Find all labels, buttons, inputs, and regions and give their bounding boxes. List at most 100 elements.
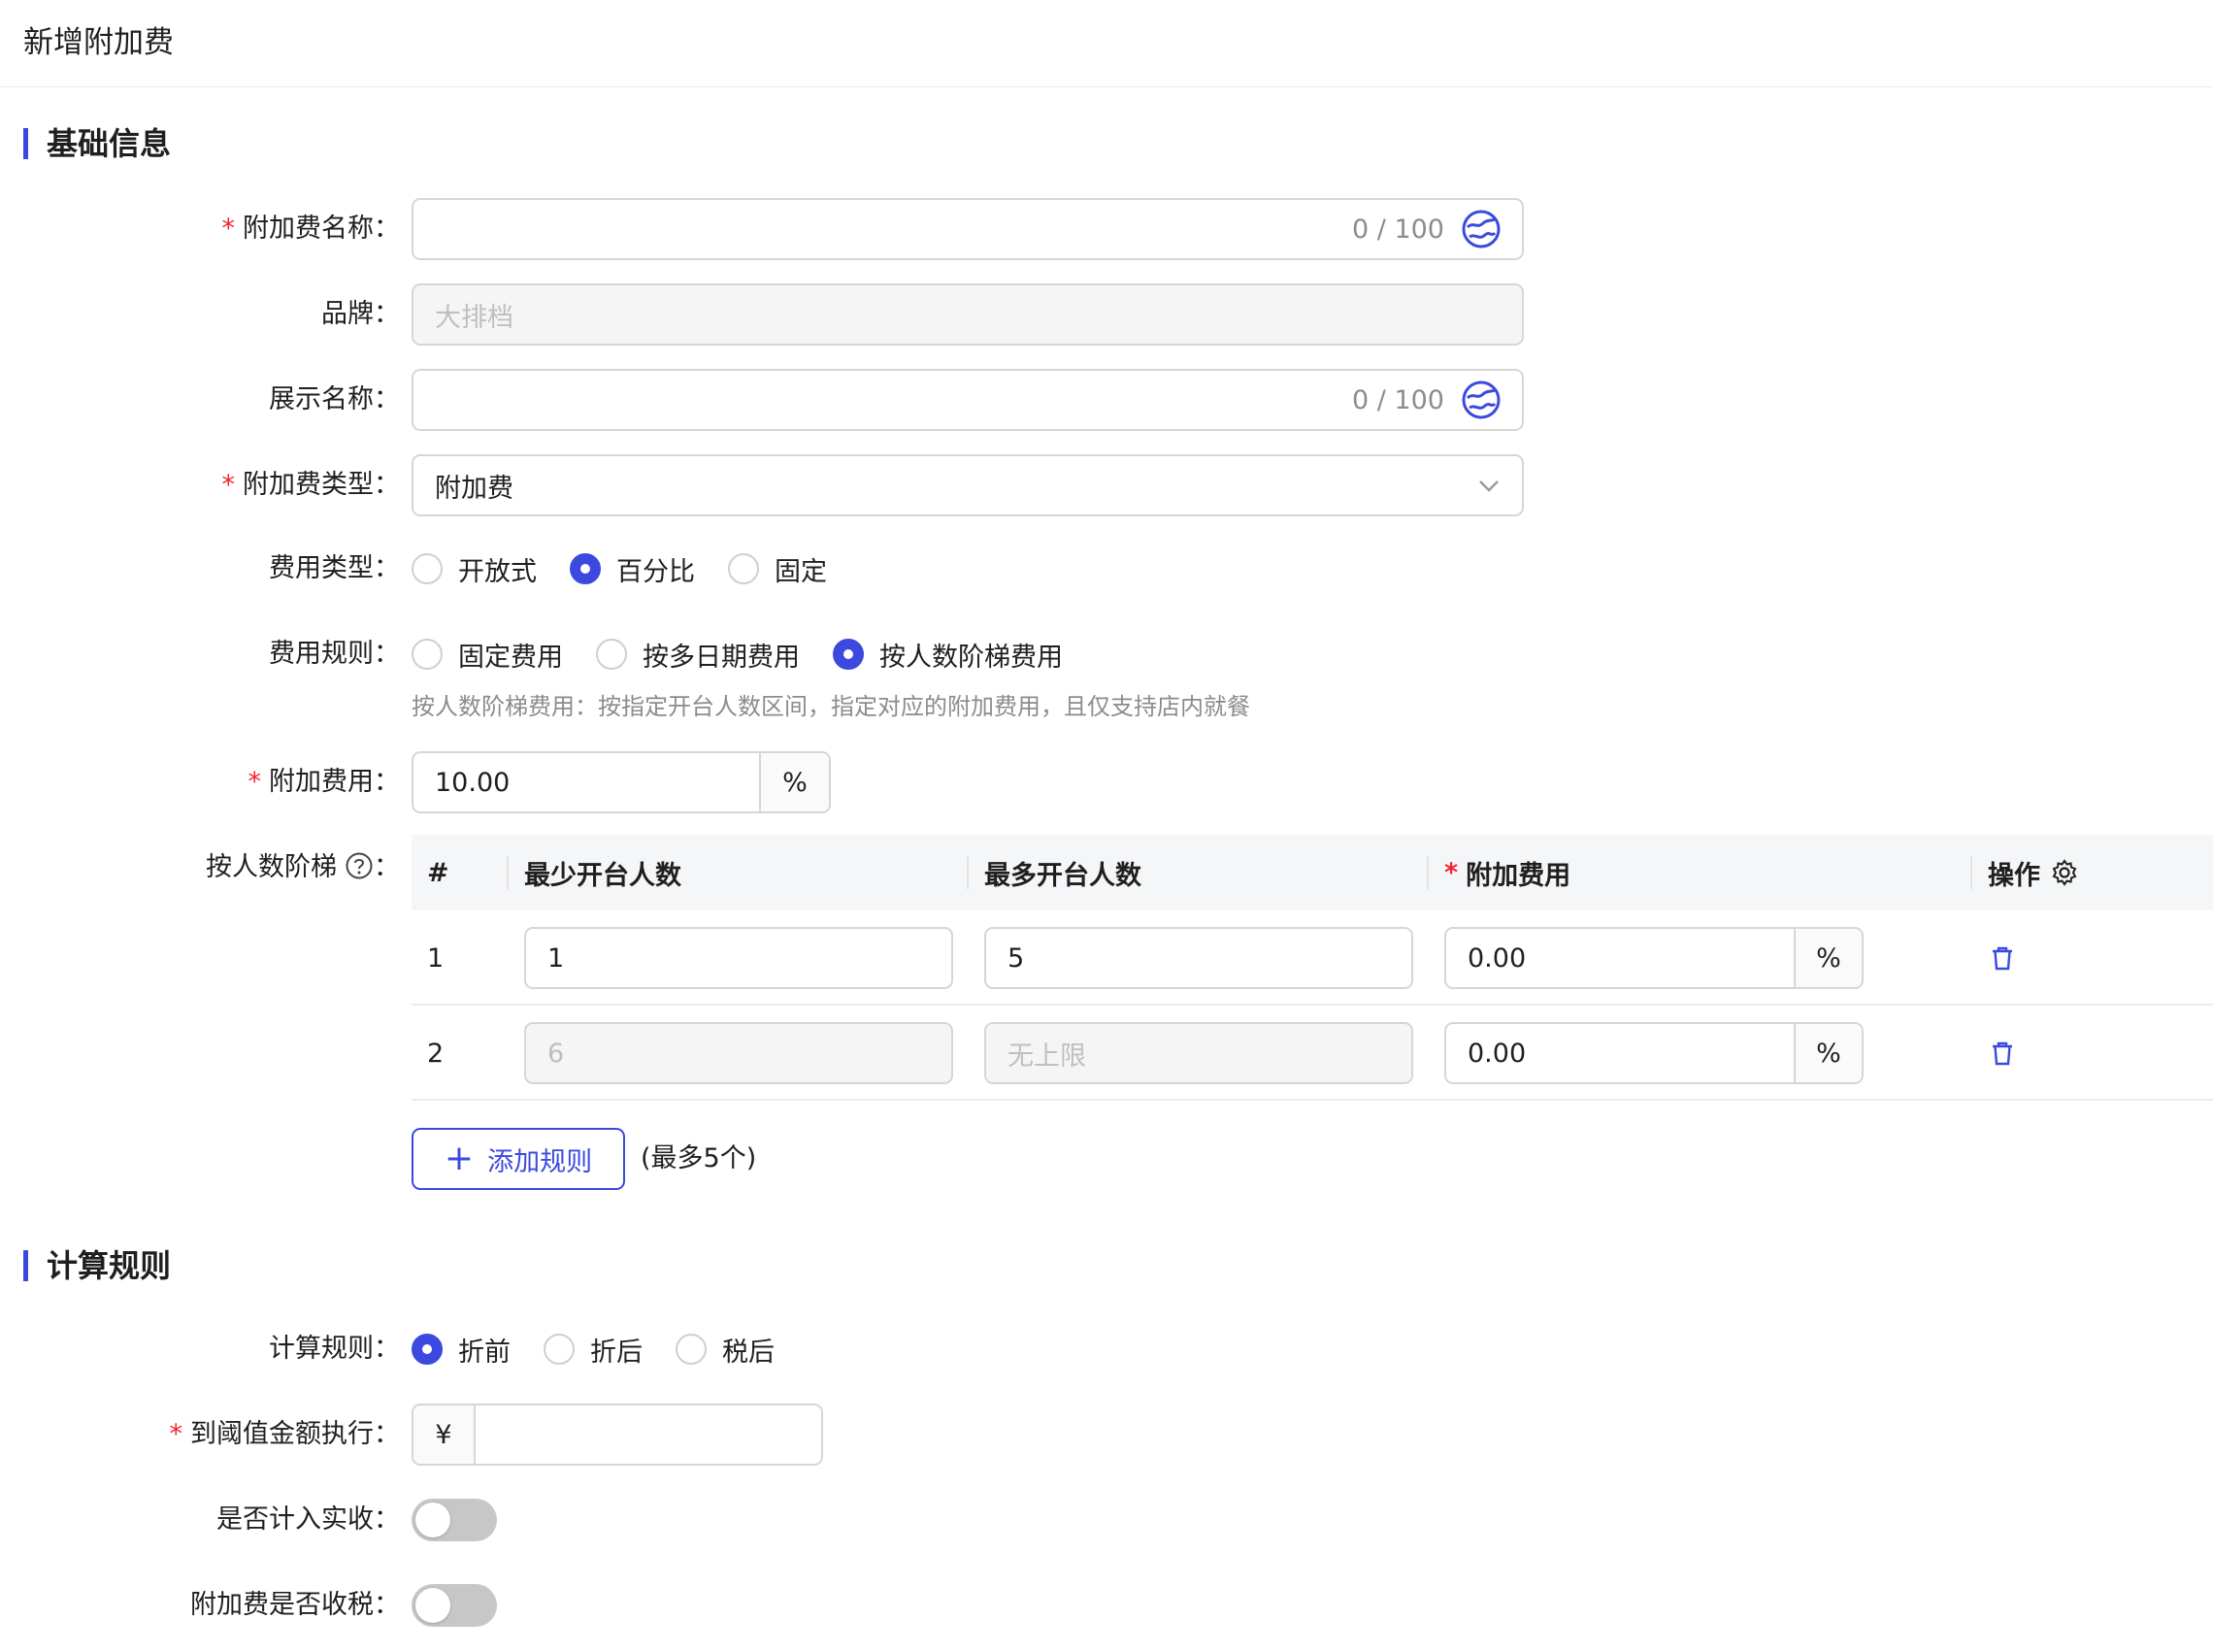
percent-addon: % bbox=[1794, 1024, 1862, 1082]
threshold-label-text: 到阈值金额执行： bbox=[190, 1419, 400, 1449]
required-mark: * bbox=[1444, 857, 1459, 888]
tier-fee-input[interactable]: 0.00% bbox=[1444, 927, 1864, 989]
required-mark: * bbox=[169, 1419, 183, 1449]
radio-circle-checked[interactable] bbox=[833, 639, 864, 670]
radio-label: 百分比 bbox=[616, 556, 695, 587]
fee-type-label-text: 附加费类型： bbox=[243, 470, 400, 500]
surcharge-label: * 附加费用： bbox=[248, 763, 401, 802]
max-rules-note: (最多5个) bbox=[641, 1143, 757, 1173]
calc-rule-option-before-discount[interactable]: 折前 bbox=[412, 1331, 511, 1369]
tiers-label-colon: ： bbox=[374, 852, 400, 882]
required-mark: * bbox=[248, 767, 262, 797]
min-people-input[interactable]: 1 bbox=[524, 927, 953, 989]
radio-circle[interactable] bbox=[676, 1334, 707, 1365]
col-index: # bbox=[427, 857, 449, 888]
percent-addon: % bbox=[1794, 929, 1862, 987]
name-label: * 附加费名称： bbox=[222, 210, 401, 248]
col-min-people: 最少开台人数 bbox=[524, 860, 681, 891]
threshold-input[interactable]: ¥ bbox=[412, 1404, 823, 1466]
cost-rule-option-headcount[interactable]: 按人数阶梯费用 bbox=[833, 636, 1063, 674]
display-name-input[interactable]: 0 / 100 bbox=[412, 369, 1524, 431]
page-title: 新增附加费 bbox=[23, 25, 174, 60]
calc-rule-option-after-discount[interactable]: 折后 bbox=[544, 1331, 643, 1369]
radio-circle[interactable] bbox=[412, 553, 443, 584]
min-people-input: 6 bbox=[524, 1022, 953, 1084]
cost-type-option-percent[interactable]: 百分比 bbox=[570, 550, 695, 588]
count-received-label: 是否计入实收： bbox=[216, 1504, 400, 1535]
cost-type-option-open[interactable]: 开放式 bbox=[412, 550, 537, 588]
cost-rule-hint: 按人数阶梯费用：按指定开台人数区间，指定对应的附加费用，且仅支持店内就餐 bbox=[412, 693, 1250, 720]
threshold-label: * 到阈值金额执行： bbox=[170, 1415, 401, 1454]
delete-row-button[interactable] bbox=[1988, 1006, 2017, 1101]
radio-circle[interactable] bbox=[728, 553, 759, 584]
min-people-value: 6 bbox=[547, 1038, 565, 1069]
radio-label: 税后 bbox=[722, 1337, 775, 1368]
translate-globe-icon[interactable] bbox=[1460, 208, 1503, 250]
fee-type-label: * 附加费类型： bbox=[222, 466, 401, 505]
max-people-value[interactable]: 5 bbox=[986, 943, 1411, 974]
max-people-input: 无上限 bbox=[984, 1022, 1413, 1084]
min-people-value[interactable]: 1 bbox=[526, 943, 951, 974]
section-title-basic: 基础信息 bbox=[23, 122, 171, 165]
row-index: 1 bbox=[427, 942, 445, 974]
col-separator bbox=[1970, 856, 1972, 889]
radio-label: 按人数阶梯费用 bbox=[879, 642, 1063, 673]
col-action: 操作 bbox=[1988, 835, 2079, 910]
taxable-label: 附加费是否收税： bbox=[190, 1590, 400, 1620]
trash-icon[interactable] bbox=[1988, 943, 2017, 973]
chevron-down-icon bbox=[1479, 480, 1499, 492]
brand-input: 大排档 bbox=[412, 283, 1524, 346]
max-people-input[interactable]: 5 bbox=[984, 927, 1413, 989]
col-max-people: 最多开台人数 bbox=[984, 860, 1141, 891]
surcharge-label-text: 附加费用： bbox=[269, 767, 400, 797]
count-received-toggle[interactable] bbox=[412, 1499, 497, 1541]
calc-rule-option-after-tax[interactable]: 税后 bbox=[676, 1331, 775, 1369]
add-rule-button[interactable]: + 添加规则 bbox=[412, 1128, 625, 1190]
cost-type-option-fixed[interactable]: 固定 bbox=[728, 550, 827, 588]
gear-icon[interactable] bbox=[2050, 858, 2079, 887]
cost-rule-option-fixed[interactable]: 固定费用 bbox=[412, 636, 563, 674]
section-accent-bar bbox=[23, 128, 28, 159]
taxable-toggle[interactable] bbox=[412, 1584, 497, 1627]
col-fee: * 附加费用 bbox=[1444, 835, 1570, 910]
col-separator bbox=[1427, 856, 1429, 889]
tier-fee-value[interactable]: 0.00 bbox=[1446, 1039, 1794, 1069]
tier-fee-input[interactable]: 0.00% bbox=[1444, 1022, 1864, 1084]
radio-circle[interactable] bbox=[412, 639, 443, 670]
max-people-value: 无上限 bbox=[1007, 1041, 1086, 1072]
calc-rule-label: 计算规则： bbox=[269, 1334, 400, 1364]
surcharge-input[interactable]: 10.00 % bbox=[412, 751, 831, 813]
fee-type-select[interactable]: 附加费 bbox=[412, 454, 1524, 516]
currency-prefix: ¥ bbox=[413, 1405, 476, 1464]
page-header: 新增附加费 bbox=[0, 0, 2213, 87]
row-index: 2 bbox=[427, 1038, 445, 1069]
tier-fee-value[interactable]: 0.00 bbox=[1446, 943, 1794, 974]
cost-rule-option-multi-date[interactable]: 按多日期费用 bbox=[596, 636, 800, 674]
trash-icon[interactable] bbox=[1988, 1039, 2017, 1068]
col-fee-text: 附加费用 bbox=[1466, 860, 1571, 891]
col-separator bbox=[507, 856, 509, 889]
help-circle-icon[interactable] bbox=[345, 851, 374, 880]
tier-table-header: # 最少开台人数 最多开台人数 * 附加费用 操作 bbox=[412, 835, 2213, 910]
required-mark: * bbox=[221, 470, 236, 500]
radio-label: 开放式 bbox=[458, 556, 537, 587]
percent-addon: % bbox=[759, 753, 829, 811]
radio-circle-checked[interactable] bbox=[412, 1334, 443, 1365]
radio-circle[interactable] bbox=[596, 639, 627, 670]
display-name-char-count: 0 / 100 bbox=[1352, 384, 1444, 415]
section-title-calc: 计算规则 bbox=[23, 1244, 171, 1287]
tiers-label-text: 按人数阶梯 bbox=[206, 852, 337, 882]
tiers-label: 按人数阶梯 ： bbox=[206, 848, 400, 887]
translate-globe-icon[interactable] bbox=[1460, 379, 1503, 421]
delete-row-button[interactable] bbox=[1988, 910, 2017, 1006]
surcharge-value[interactable]: 10.00 bbox=[413, 768, 759, 798]
radio-circle-checked[interactable] bbox=[570, 553, 601, 584]
radio-label: 折后 bbox=[590, 1337, 643, 1368]
radio-label: 固定费用 bbox=[458, 642, 563, 673]
radio-circle[interactable] bbox=[544, 1334, 575, 1365]
name-input[interactable]: 0 / 100 bbox=[412, 198, 1524, 260]
plus-icon: + bbox=[444, 1139, 475, 1178]
cost-type-radio-group: 开放式 百分比 固定 bbox=[412, 549, 860, 588]
radio-label: 按多日期费用 bbox=[643, 642, 800, 673]
name-label-text: 附加费名称： bbox=[243, 214, 400, 244]
